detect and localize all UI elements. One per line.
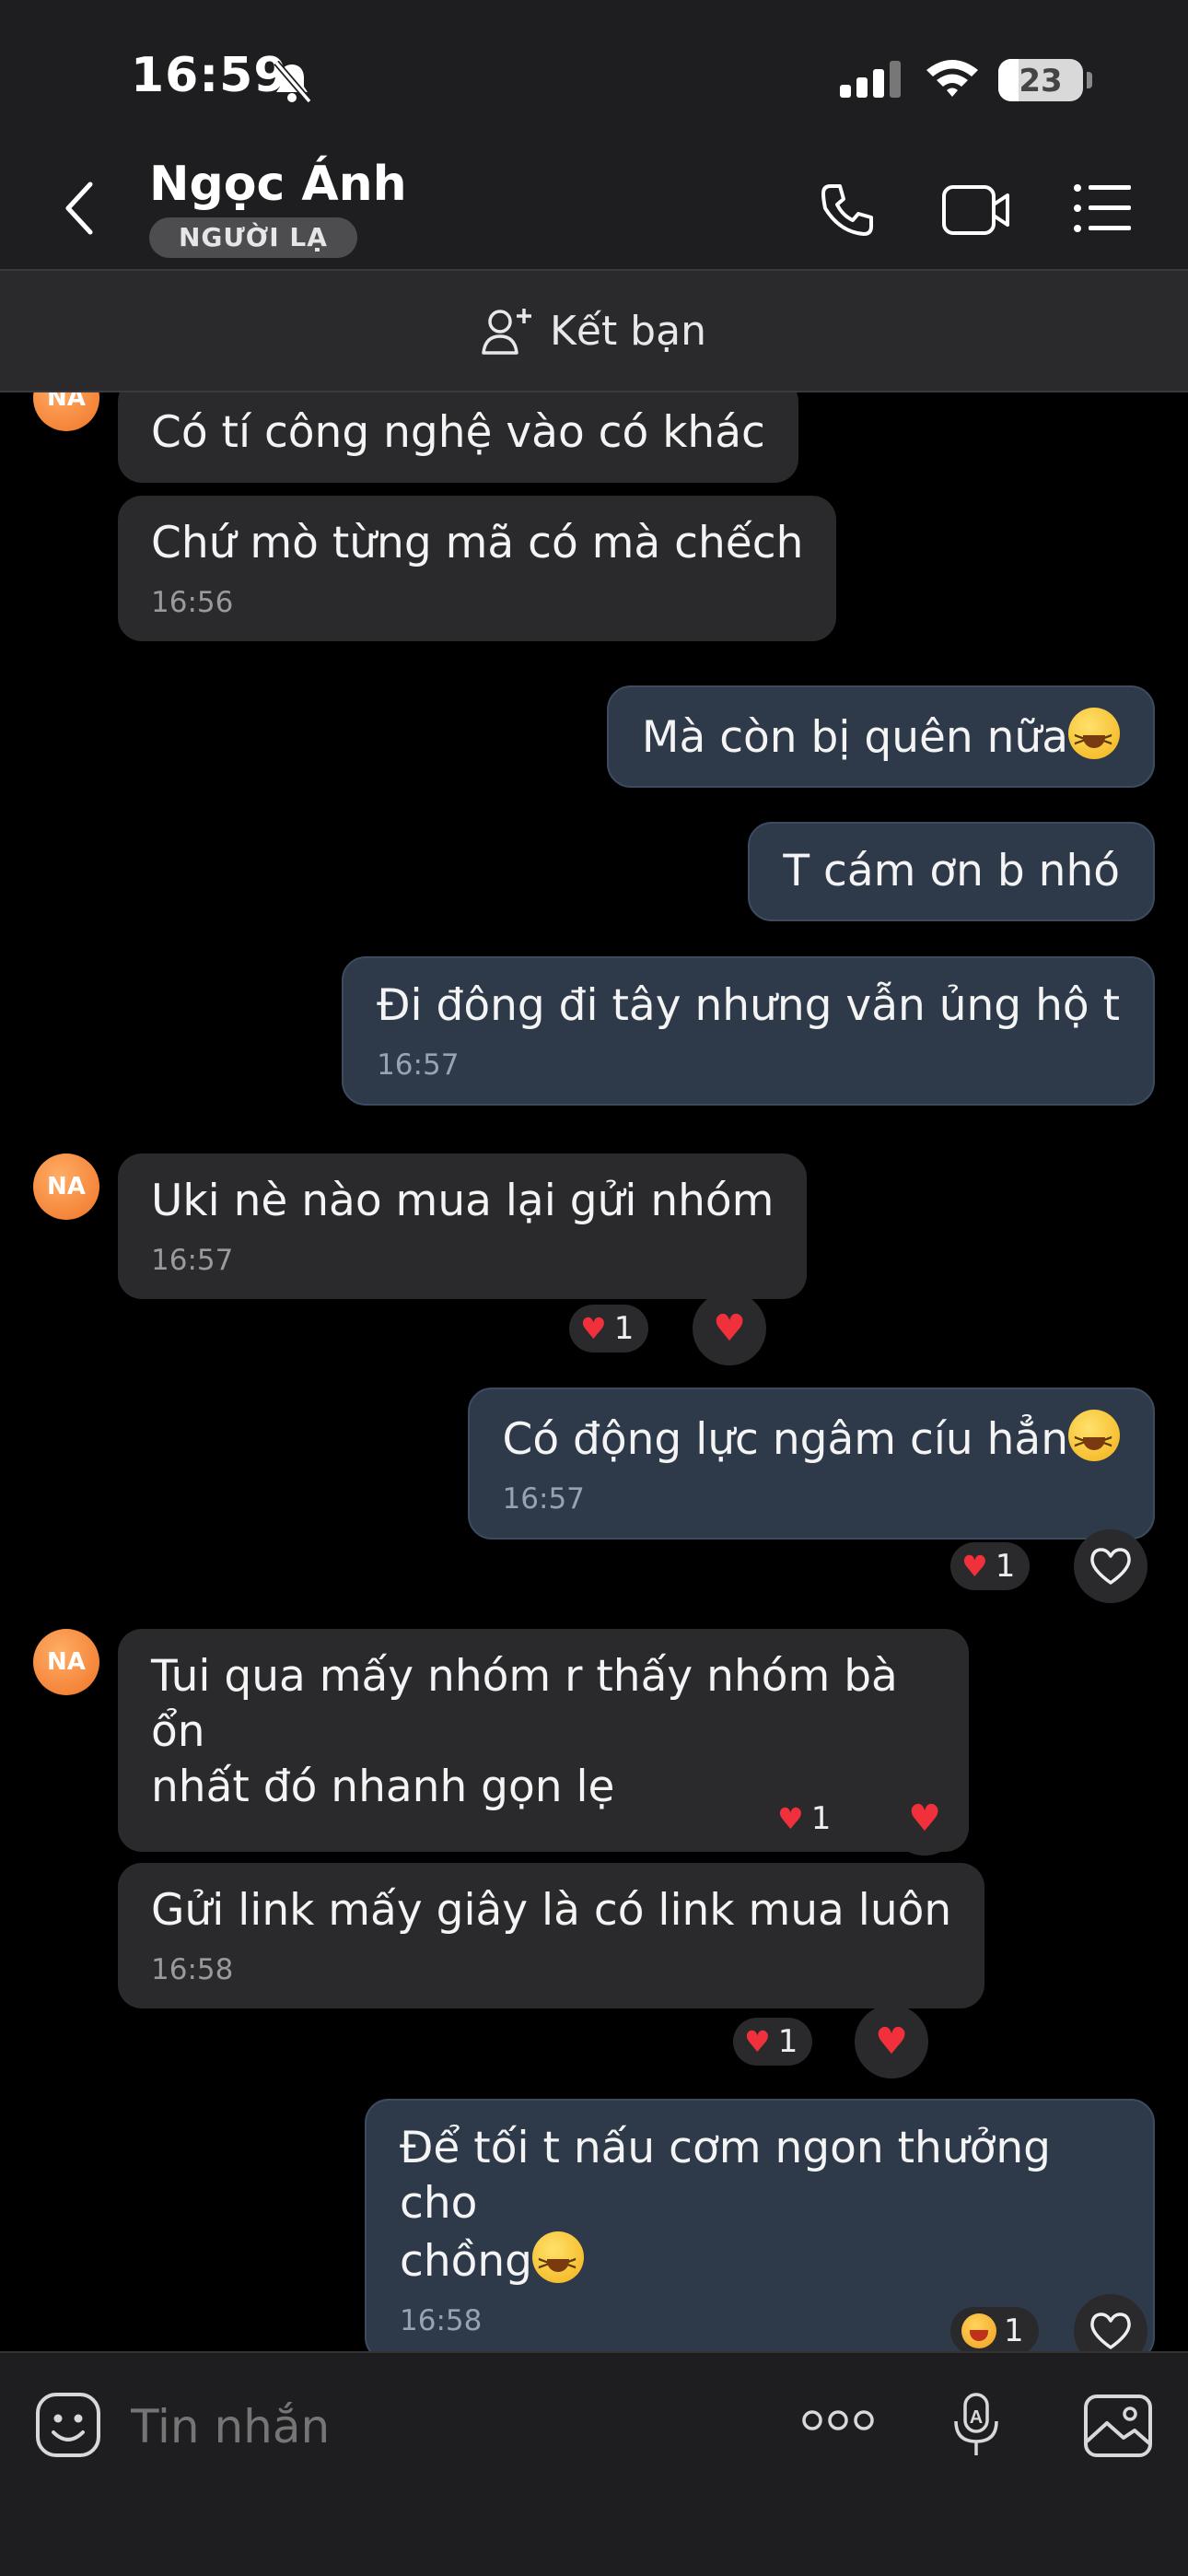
reaction-count[interactable]: ♥ 1 (766, 1795, 846, 1843)
message-bubble-outgoing[interactable]: Để tối t nấu cơm ngon thưởng cho chồng 1… (365, 2099, 1155, 2351)
message-text: nhất đó nhanh gọn lẹ (151, 1762, 615, 1812)
laughing-emoji-icon (1068, 708, 1120, 767)
message-bubble-outgoing[interactable]: Có động lực ngâm cíu hẳn 16:57 (467, 1388, 1155, 1540)
message-bubble-incoming[interactable]: Chứ mò từng mã có mà chếch 16:56 (118, 496, 837, 641)
react-heart-button[interactable]: ♥ (693, 1292, 766, 1365)
react-heart-button[interactable] (1074, 1529, 1147, 1603)
back-icon[interactable] (63, 181, 96, 236)
message-text: Mà còn bị quên nữa (641, 712, 1068, 763)
reaction-number: 1 (1004, 2313, 1024, 2349)
video-call-icon[interactable] (941, 184, 1011, 236)
message-bubble-incoming[interactable]: Có tí công nghệ vào có khác (118, 392, 798, 483)
voice-to-text-icon[interactable]: A (950, 2392, 1002, 2458)
svg-text:A: A (970, 2407, 983, 2428)
message-text: chồng (400, 2236, 533, 2287)
message-text: Có động lực ngâm cíu hẳn (502, 1414, 1068, 1465)
avatar[interactable]: NA (33, 392, 99, 431)
avatar[interactable]: NA (33, 1153, 99, 1220)
message-input-bar: A (0, 2351, 1188, 2576)
battery-cap (1087, 72, 1092, 88)
more-options-icon[interactable] (801, 2408, 875, 2432)
reaction-number: 1 (810, 1800, 832, 1837)
message-text: Uki nè nào mua lại gửi nhóm (151, 1176, 775, 1226)
message-bubble-incoming[interactable]: Uki nè nào mua lại gửi nhóm 16:57 (118, 1153, 808, 1299)
top-bar: 16:59 23 Ngọc Ánh NGƯỜI LẠ (0, 0, 1188, 269)
message-bubble-outgoing[interactable]: Mà còn bị quên nữa (606, 685, 1155, 788)
heart-icon: ♥ (744, 2024, 771, 2059)
battery-icon: 23 (998, 59, 1083, 101)
message-text: Gửi link mấy giây là có link mua luôn (151, 1885, 952, 1936)
heart-outline-icon (1090, 1548, 1131, 1585)
message-time: 16:57 (151, 1244, 234, 1277)
message-time: 16:58 (151, 1953, 234, 1986)
reaction-count[interactable]: 1 (950, 2307, 1039, 2351)
reaction-number: 1 (613, 1310, 635, 1347)
message-time: 16:57 (377, 1048, 460, 1082)
contact-name[interactable]: Ngọc Ánh (149, 157, 407, 212)
message-time: 16:57 (502, 1482, 585, 1516)
reaction-count[interactable]: ♥ 1 (950, 1542, 1031, 1590)
cellular-signal-icon (840, 61, 901, 98)
message-bubble-outgoing[interactable]: Đi đông đi tây nhưng vẫn ủng hộ t 16:57 (342, 956, 1155, 1106)
heart-icon: ♥ (580, 1311, 607, 1346)
add-friend-label: Kết bạn (550, 307, 706, 355)
add-friend-icon (482, 309, 532, 355)
chat-area[interactable]: NA Có tí công nghệ vào có khác Chứ mò từ… (0, 392, 1188, 2351)
reaction-count[interactable]: ♥ 1 (569, 1305, 649, 1352)
laughing-emoji-icon (961, 2313, 996, 2348)
react-heart-button[interactable]: ♥ (855, 2005, 928, 2078)
add-friend-bar[interactable]: Kết bạn (0, 269, 1188, 392)
heart-icon: ♥ (961, 1549, 988, 1584)
laughing-emoji-icon (532, 2231, 585, 2290)
message-time: 16:56 (151, 586, 234, 619)
phone-call-icon[interactable] (818, 181, 877, 240)
heart-icon: ♥ (908, 1797, 941, 1840)
reaction-number: 1 (777, 2023, 798, 2060)
status-time: 16:59 (131, 48, 288, 103)
heart-outline-icon (1090, 2313, 1131, 2349)
heart-icon: ♥ (713, 1307, 746, 1350)
sticker-icon[interactable] (33, 2390, 103, 2460)
reaction-number: 1 (995, 1548, 1016, 1585)
stranger-badge: NGƯỜI LẠ (149, 217, 357, 258)
bell-muted-icon (274, 61, 311, 103)
wifi-icon (926, 60, 978, 97)
image-gallery-icon[interactable] (1083, 2394, 1153, 2458)
message-text: Chứ mò từng mã có mà chếch (151, 518, 804, 568)
heart-icon: ♥ (777, 1801, 804, 1836)
message-text: Tui qua mấy nhóm r thấy nhóm bà ổn (151, 1651, 898, 1757)
react-heart-button[interactable]: ♥ (888, 1782, 961, 1856)
message-text: T cám ơn b nhó (783, 846, 1120, 896)
message-text: Để tối t nấu cơm ngon thưởng cho (400, 2123, 1051, 2229)
message-text: Có tí công nghệ vào có khác (151, 407, 765, 458)
heart-icon: ♥ (875, 2020, 908, 2063)
message-input[interactable] (131, 2390, 775, 2464)
avatar[interactable]: NA (33, 1629, 99, 1695)
message-bubble-incoming[interactable]: Gửi link mấy giây là có link mua luôn 16… (118, 1863, 985, 2008)
message-text: Đi đông đi tây nhưng vẫn ủng hộ t (377, 980, 1120, 1031)
message-bubble-outgoing[interactable]: T cám ơn b nhó (748, 822, 1155, 921)
menu-list-icon[interactable] (1074, 184, 1131, 232)
reaction-count[interactable]: ♥ 1 (733, 2018, 813, 2066)
laughing-emoji-icon (1068, 1410, 1120, 1469)
battery-level: 23 (1019, 63, 1063, 100)
